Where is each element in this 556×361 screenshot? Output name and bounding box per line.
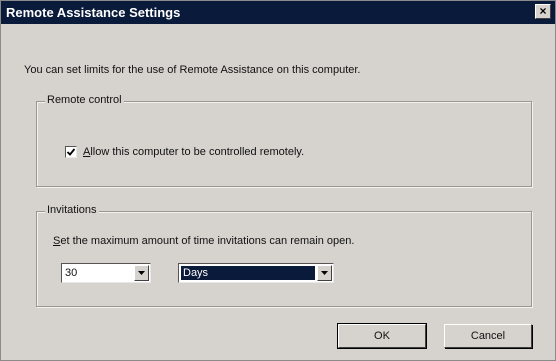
window-title: Remote Assistance Settings (6, 5, 181, 20)
allow-remote-control-checkbox[interactable] (65, 146, 77, 159)
intro-text: You can set limits for the use of Remote… (24, 64, 361, 76)
ok-button[interactable]: OK (337, 323, 427, 349)
remote-control-group: Remote control Allow this computer to be… (36, 94, 532, 187)
invitation-unit-dropdown-button[interactable] (317, 265, 332, 281)
allow-remote-control-label: llow this computer to be controlled remo… (90, 146, 305, 158)
invitations-group-label: Invitations (45, 204, 99, 216)
close-icon: × (539, 4, 547, 18)
remote-control-group-label: Remote control (45, 94, 124, 106)
invitation-amount-dropdown-button[interactable] (134, 265, 149, 281)
chevron-down-icon (138, 271, 145, 275)
checkmark-icon (66, 148, 76, 156)
invitation-unit-value: Days (181, 266, 315, 280)
invitation-duration-label: et the maximum amount of time invitation… (60, 235, 355, 247)
remote-assistance-settings-dialog: Remote Assistance Settings × You can set… (0, 0, 556, 361)
invitation-amount-value: 30 (65, 267, 78, 279)
invitation-unit-dropdown[interactable]: Days (178, 263, 334, 283)
chevron-down-icon (321, 271, 328, 275)
title-bar[interactable]: Remote Assistance Settings × (1, 1, 555, 24)
allow-remote-control-option[interactable]: Allow this computer to be controlled rem… (65, 146, 305, 159)
close-button[interactable]: × (535, 4, 551, 19)
invitation-amount-dropdown[interactable]: 30 (61, 263, 151, 283)
cancel-button[interactable]: Cancel (444, 324, 532, 348)
invitations-group: Invitations Set the maximum amount of ti… (36, 204, 532, 307)
invitation-duration-text: Set the maximum amount of time invitatio… (53, 235, 354, 247)
